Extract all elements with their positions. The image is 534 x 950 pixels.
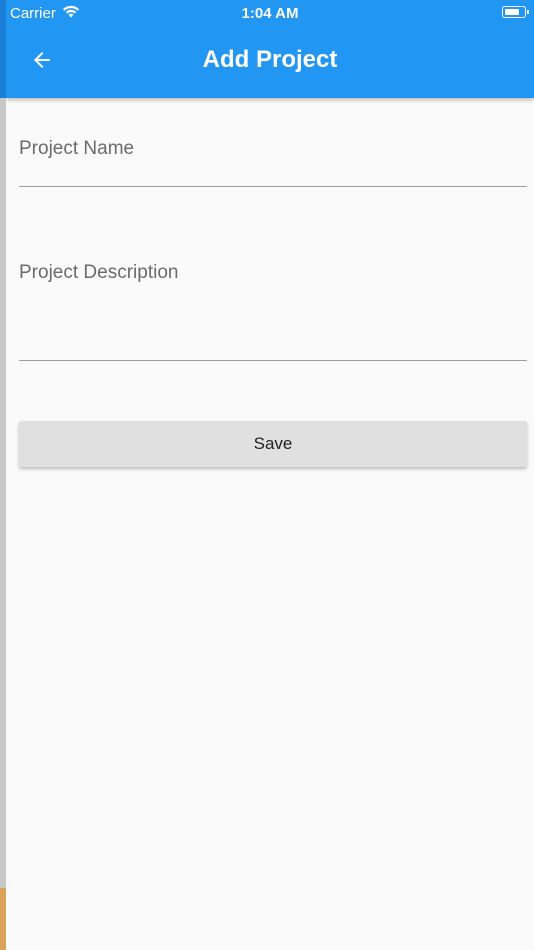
save-button[interactable]: Save [19,421,527,467]
project-name-label: Project Name [19,138,135,159]
project-name-field[interactable]: Project Name [19,128,527,187]
status-time: 1:04 AM [241,5,299,22]
project-description-label: Project Description [19,262,179,283]
app-bar: Carrier 1:04 AM Add Project [6,0,534,98]
add-project-screen: Carrier 1:04 AM Add Project Project Name… [6,0,534,950]
status-bar: Carrier 1:04 AM [6,0,534,28]
battery-icon [502,6,529,18]
project-description-field[interactable]: Project Description [19,252,527,361]
page-title: Add Project [202,46,338,73]
